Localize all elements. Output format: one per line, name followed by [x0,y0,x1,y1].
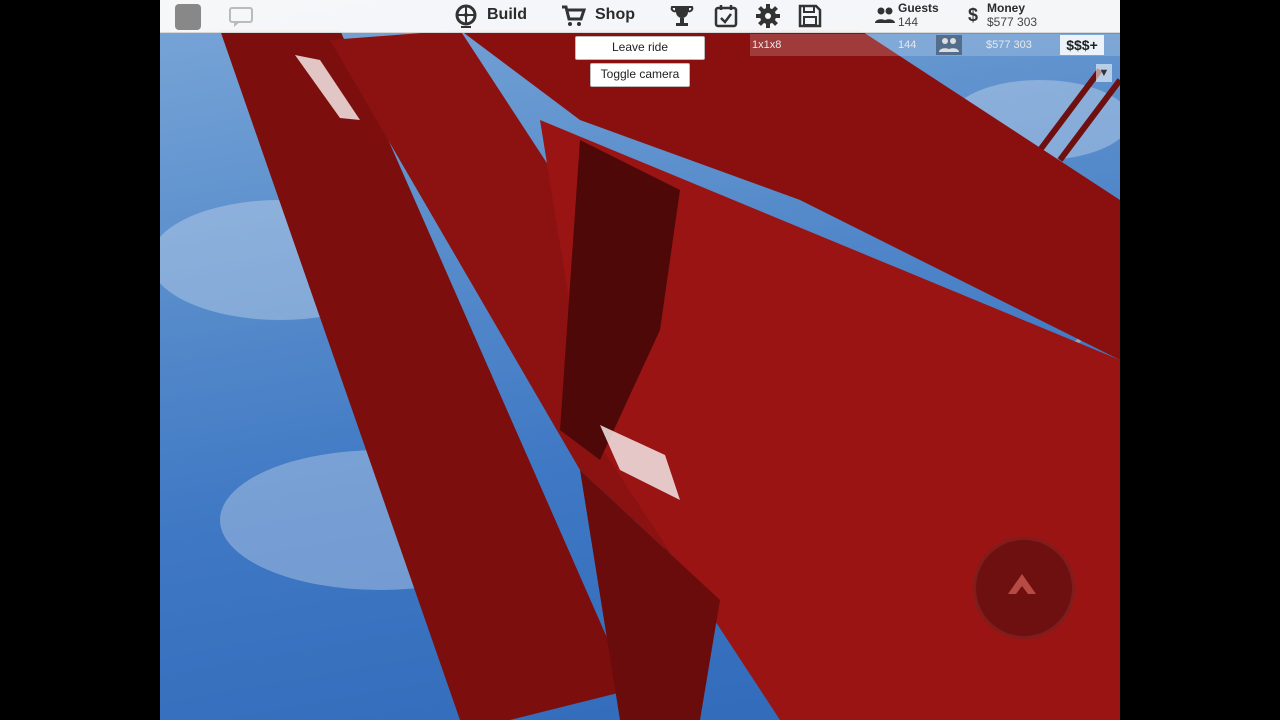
strip-guests-value: 144 [898,39,917,51]
calendar-check-icon[interactable] [713,3,739,29]
shop-button[interactable]: Shop [595,6,635,24]
trophy-icon[interactable] [669,3,695,29]
ferris-wheel-icon[interactable] [453,3,479,29]
buy-money-button[interactable]: $$$+ [1060,35,1104,55]
strip-guests-icon [936,35,962,55]
roblox-logo-icon[interactable] [175,4,201,30]
guests-title: Guests [898,1,939,15]
toggle-camera-button[interactable]: Toggle camera [590,63,690,87]
dollar-icon: $ [968,5,979,25]
save-icon[interactable] [797,3,823,29]
top-toolbar: Build Shop Guests 144 $ Money $577 303 [160,0,1120,33]
secondary-stat-strip: 1x1x8 144 $577 303 $$$+ [750,34,1120,56]
gear-icon[interactable] [755,3,781,29]
cart-icon[interactable] [560,3,586,29]
strip-money-value: $577 303 [986,39,1032,51]
chat-icon[interactable] [228,6,254,28]
chevron-down-icon[interactable]: ▼ [1096,64,1112,82]
money-title: Money [987,1,1026,15]
build-button[interactable]: Build [487,6,527,24]
jump-arrow-icon [1008,574,1036,594]
leave-ride-button[interactable]: Leave ride [575,36,705,60]
coaster-scene [160,30,1120,720]
money-value: $577 303 [987,15,1038,29]
ride-size-text: 1x1x8 [752,39,782,51]
guests-icon [875,7,895,23]
jump-button[interactable] [973,537,1075,639]
guests-value: 144 [898,15,919,29]
game-viewport[interactable]: Build Shop Guests 144 $ Money $577 303 1… [160,0,1120,720]
